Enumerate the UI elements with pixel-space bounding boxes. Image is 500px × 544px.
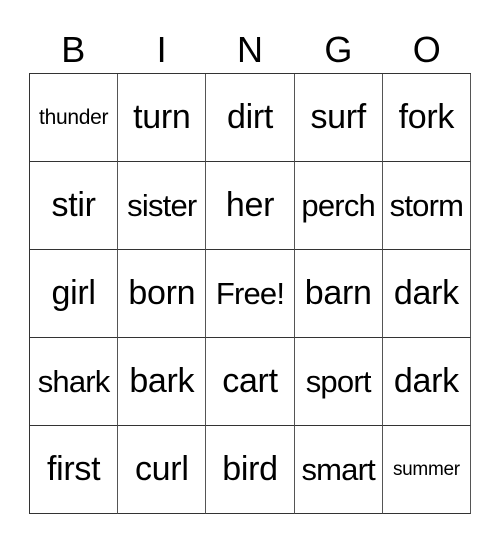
bingo-cell: bark (118, 338, 207, 426)
bingo-cell: girl (30, 250, 119, 338)
bingo-cell: dark (382, 250, 471, 338)
bingo-cell: first (30, 426, 119, 514)
bingo-cell: curl (118, 426, 207, 514)
bingo-cell: dirt (206, 74, 295, 162)
bingo-cell: bird (206, 426, 295, 514)
bingo-cell: perch (294, 162, 383, 250)
header-letter-n: N (236, 29, 263, 70)
header-letter-b: B (61, 29, 86, 70)
bingo-cell: storm (382, 162, 471, 250)
header-letter-i: I (156, 29, 167, 70)
bingo-cell: fork (382, 74, 471, 162)
bingo-cell: turn (118, 74, 207, 162)
bingo-cell: sister (118, 162, 207, 250)
header-letter-o: O (412, 29, 441, 70)
bingo-cell: dark (382, 338, 471, 426)
bingo-cell: summer (382, 426, 471, 514)
header-letter-g: G (324, 29, 353, 70)
bingo-cell: born (118, 250, 207, 338)
bingo-cell: sport (294, 338, 383, 426)
bingo-cell: stir (30, 162, 119, 250)
bingo-cell: shark (30, 338, 119, 426)
bingo-cell: her (206, 162, 295, 250)
bingo-cell: barn (294, 250, 383, 338)
free-space-cell: Free! (206, 250, 295, 338)
bingo-cell: smart (294, 426, 383, 514)
bingo-cell: surf (294, 74, 383, 162)
bingo-grid: thunder turn dirt surf fork stir sister … (29, 73, 471, 514)
bingo-cell: cart (206, 338, 295, 426)
bingo-cell: thunder (30, 74, 119, 162)
bingo-header: B I N G O (29, 28, 471, 72)
